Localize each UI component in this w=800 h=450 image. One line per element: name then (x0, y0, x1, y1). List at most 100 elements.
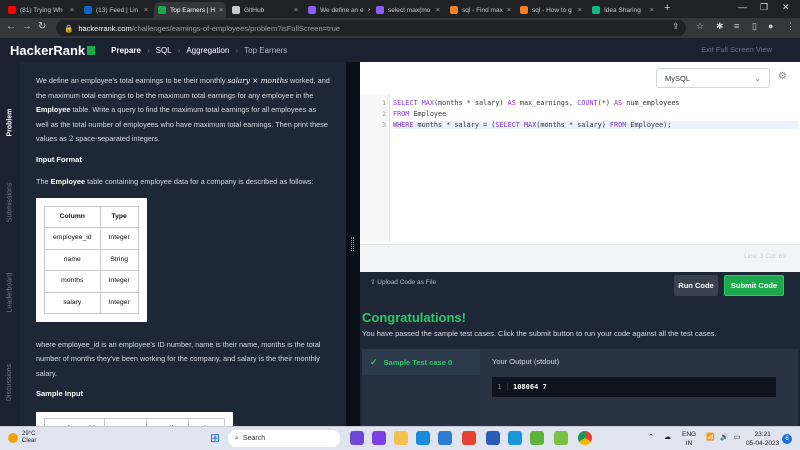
browser-tab[interactable]: (13) Feed | Lin × (80, 2, 152, 18)
windows-start-icon[interactable]: ⊞ (210, 431, 220, 445)
browser-tab[interactable]: Top Earners | H × (154, 2, 226, 18)
upload-code-button[interactable]: ⇧ Upload Code as File (370, 278, 436, 286)
tab-submissions[interactable]: Submissions (2, 172, 18, 232)
menu-icon[interactable]: ⋮ (786, 21, 795, 32)
minimize-button[interactable]: — (738, 2, 747, 12)
file-explorer-icon[interactable] (394, 431, 408, 445)
back-icon[interactable]: ← (6, 21, 16, 32)
breadcrumb-sql[interactable]: SQL (156, 46, 172, 55)
weather-widget[interactable]: 29°C Clear (8, 431, 36, 445)
editor-toolbar: MySQL ⌄ ⚙ (360, 62, 800, 94)
cell: Integer (99, 291, 139, 314)
tab-title: (81) Trying Wh (20, 6, 63, 14)
run-code-button[interactable]: Run Code (674, 275, 718, 296)
language-select[interactable]: MySQL ⌄ (656, 68, 770, 88)
url-input[interactable]: 🔒 hackerrank.com/challenges/earnings-of-… (56, 20, 686, 36)
code-editor: MySQL ⌄ ⚙ 1 2 3 SELECT MAX(months * salar… (360, 62, 800, 272)
side-tabs: Problem Submissions Leaderboard Discussi… (0, 62, 20, 426)
wifi-icon[interactable]: 📶 (706, 433, 715, 441)
code-line[interactable]: WHERE months * salary = (SELECT MAX(mont… (393, 121, 798, 129)
teams-icon[interactable] (350, 431, 364, 445)
close-tab-icon[interactable]: × (436, 7, 440, 14)
profile-avatar[interactable]: ● (768, 21, 773, 31)
volume-icon[interactable]: 🔊 (720, 433, 729, 441)
hackerrank-logo[interactable]: HackerRank (10, 43, 96, 58)
sidebar-icon[interactable]: ▯ (752, 21, 757, 32)
browser-tab[interactable]: sql - Find max × (446, 2, 514, 18)
media-icon[interactable]: ≡ (734, 21, 739, 31)
browser-tab[interactable]: sql - How to g × (516, 2, 586, 18)
tab-title: Idea Sharing (604, 6, 641, 14)
app-icon[interactable] (530, 431, 544, 445)
testcase-item[interactable]: ✓ Sample Test case 0 (362, 349, 480, 375)
browser-tab[interactable]: select max(mo × (372, 2, 444, 18)
code-area[interactable]: SELECT MAX(months * salary) AS max_earni… (360, 94, 800, 242)
share-icon[interactable]: ⇪ (672, 21, 680, 32)
store-icon[interactable] (508, 431, 522, 445)
sun-icon (8, 433, 18, 443)
temperature: 29°C (22, 431, 36, 437)
close-window-button[interactable]: ✕ (782, 2, 790, 13)
language-indicator[interactable]: ENG IN (682, 430, 696, 448)
editor-status-bar: Line: 3 Col: 69 (360, 244, 800, 272)
close-tab-icon[interactable]: × (650, 7, 654, 14)
logo-mark (87, 45, 96, 55)
text: space-separated integers. (73, 134, 160, 143)
pass-message: You have passed the sample test cases. C… (362, 329, 717, 338)
close-tab-icon[interactable]: × (219, 7, 223, 14)
code-line[interactable]: FROM Employee (393, 110, 446, 118)
browser-tab[interactable]: GitHub × (228, 2, 302, 18)
table-row: employee_id Integer (44, 227, 139, 250)
close-tab-icon[interactable]: × (368, 7, 370, 14)
tab-leaderboard[interactable]: Leaderboard (2, 262, 18, 322)
chrome-icon[interactable] (578, 431, 592, 445)
cloud-icon[interactable]: ☁ (664, 433, 671, 441)
close-tab-icon[interactable]: × (578, 7, 582, 14)
browser-tab[interactable]: Idea Sharing × (588, 2, 658, 18)
output-box: 1 108064 7 (492, 377, 776, 397)
date: 05-04-2023 (746, 440, 780, 447)
reload-icon[interactable]: ↻ (38, 21, 46, 32)
app-icon[interactable] (416, 431, 430, 445)
column-header: Type (99, 205, 139, 228)
chevron-up-icon[interactable]: ⌃ (648, 433, 654, 441)
browser-tab[interactable]: (81) Trying Wh × (4, 2, 78, 18)
close-tab-icon[interactable]: × (70, 7, 74, 14)
star-icon[interactable]: ☆ (696, 21, 704, 32)
code-line[interactable]: SELECT MAX(months * salary) AS max_earni… (393, 99, 680, 107)
chat-icon[interactable] (372, 431, 386, 445)
pane-resize-handle[interactable] (346, 62, 360, 426)
maximize-button[interactable]: ❐ (760, 2, 768, 13)
forward-icon[interactable]: → (22, 21, 32, 32)
tab-problem[interactable]: Problem (2, 92, 18, 152)
congrats-heading: Congratulations! (362, 310, 466, 325)
tab-discussions[interactable]: Discussions (2, 352, 18, 412)
tab-title: We define an e (320, 6, 364, 14)
app-icon[interactable] (554, 431, 568, 445)
address-bar-row: ← → ↻ 🔒 hackerrank.com/challenges/earnin… (0, 18, 800, 38)
gear-icon[interactable]: ⚙ (778, 71, 787, 82)
notification-badge[interactable]: 6 (782, 434, 792, 444)
cell: String (99, 248, 139, 271)
exit-fullscreen-link[interactable]: Exit Full Screen View (701, 45, 772, 54)
photos-icon[interactable] (438, 431, 452, 445)
taskbar-search[interactable]: ⌕ Search (228, 430, 340, 447)
mcafee-icon[interactable] (462, 431, 476, 445)
battery-icon[interactable]: ▭ (734, 433, 741, 441)
close-tab-icon[interactable]: × (144, 7, 148, 14)
submit-code-button[interactable]: Submit Code (724, 275, 784, 296)
cell: Integer (99, 270, 139, 293)
breadcrumb-prepare[interactable]: Prepare (111, 46, 141, 55)
drag-grip-icon (351, 237, 354, 251)
close-tab-icon[interactable]: × (294, 7, 298, 14)
browser-tab[interactable]: We define an e × (304, 2, 370, 18)
extensions-icon[interactable]: ✱ (716, 21, 724, 32)
column-header: Column (44, 205, 101, 228)
close-tab-icon[interactable]: × (507, 7, 511, 14)
time: 23:21 (754, 431, 771, 438)
breadcrumb-aggregation[interactable]: Aggregation (186, 46, 229, 55)
app-icon[interactable] (486, 431, 500, 445)
new-tab-button[interactable]: + (664, 2, 670, 14)
clock[interactable]: 23:21 05-04-2023 (746, 430, 779, 448)
output-label: Your Output (stdout) (492, 357, 560, 366)
